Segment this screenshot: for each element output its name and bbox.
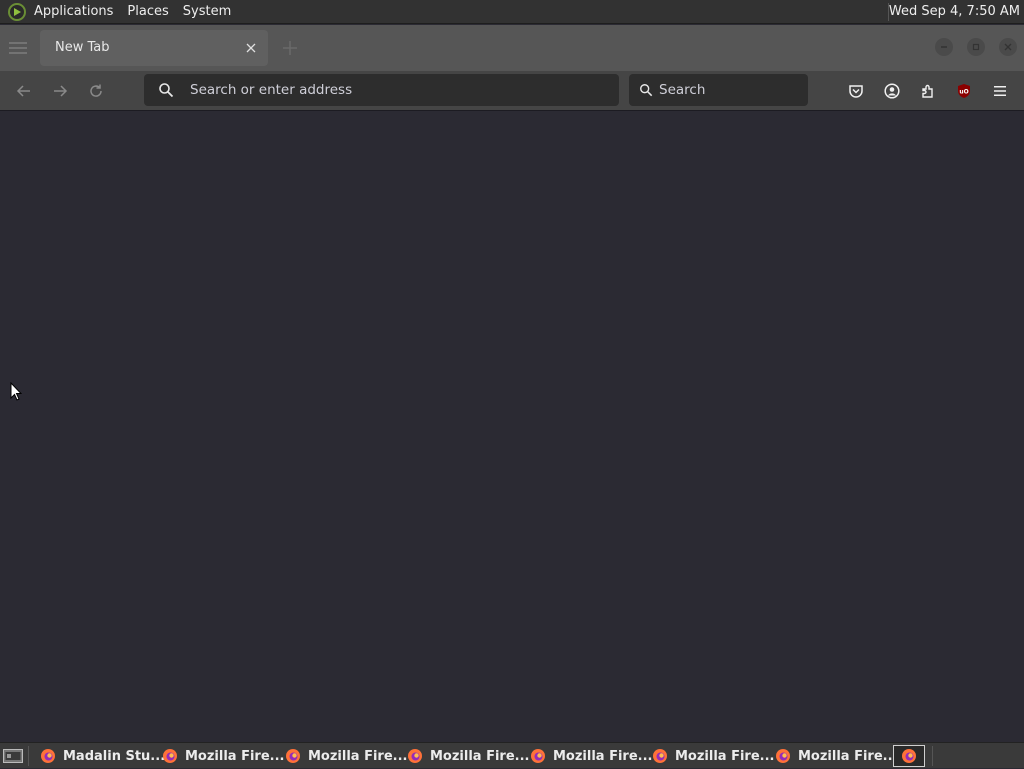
taskbar-item-label: Mozilla Fire... — [430, 748, 530, 764]
minimize-icon — [941, 46, 947, 48]
taskbar-item[interactable]: Mozilla Fire... — [399, 744, 529, 768]
show-desktop-button[interactable] — [2, 747, 24, 765]
account-button[interactable] — [877, 76, 907, 106]
hamburger-menu-icon — [994, 86, 1006, 96]
extensions-button[interactable] — [913, 76, 943, 106]
taskbar-item[interactable]: Mozilla Fire... — [154, 744, 284, 768]
search-icon — [639, 82, 653, 101]
ublock-origin-button[interactable]: uO — [949, 76, 979, 106]
maximize-window-button[interactable] — [967, 38, 985, 56]
os-menu-logo-icon — [8, 2, 26, 21]
applications-menu[interactable]: Applications — [0, 0, 120, 24]
back-button[interactable] — [9, 76, 39, 106]
taskbar: Madalin Stu... Mozilla Fire... Mozilla F… — [0, 742, 1024, 768]
page-content[interactable] — [0, 112, 1024, 742]
taskbar-separator — [932, 746, 933, 766]
search-icon — [158, 82, 174, 102]
reload-icon — [90, 84, 102, 97]
pocket-button[interactable] — [841, 76, 871, 106]
taskbar-item-label: Mozilla Fire... — [185, 748, 285, 764]
search-bar[interactable]: Search — [629, 74, 808, 106]
firefox-icon — [902, 749, 916, 763]
forward-button[interactable] — [45, 76, 75, 106]
system-menu[interactable]: System — [176, 0, 238, 24]
applications-menu-label: Applications — [34, 4, 114, 19]
taskbar-item-label: Madalin Stu... — [63, 748, 166, 764]
list-all-tabs-button[interactable] — [6, 37, 30, 59]
arrow-right-icon — [54, 85, 68, 97]
taskbar-item-label: Mozilla Fire... — [308, 748, 408, 764]
mouse-pointer-icon — [10, 382, 22, 401]
taskbar-item-active[interactable] — [893, 745, 925, 767]
taskbar-item-label: Mozilla Fire... — [675, 748, 775, 764]
taskbar-item[interactable]: Mozilla Fire... — [644, 744, 774, 768]
close-window-icon — [1004, 43, 1012, 51]
panel-clock[interactable]: Wed Sep 4, 7:50 AM — [889, 0, 1020, 24]
account-icon — [884, 83, 900, 99]
list-tabs-icon — [9, 42, 27, 54]
firefox-icon — [163, 749, 177, 763]
taskbar-item[interactable]: Mozilla Fire... — [277, 744, 407, 768]
app-menu-button[interactable] — [985, 76, 1015, 106]
url-bar[interactable]: Search or enter address — [144, 74, 619, 106]
arrow-left-icon — [16, 85, 30, 97]
maximize-icon — [972, 43, 980, 51]
tab-strip: New Tab — [0, 25, 1024, 71]
firefox-icon — [531, 749, 545, 763]
extensions-icon — [922, 84, 933, 98]
taskbar-item[interactable]: Mozilla Fire... — [767, 744, 897, 768]
firefox-icon — [653, 749, 667, 763]
places-menu[interactable]: Places — [120, 0, 175, 24]
pocket-icon — [849, 85, 863, 98]
firefox-icon — [286, 749, 300, 763]
taskbar-item[interactable]: Madalin Stu... — [32, 744, 165, 768]
tab-title: New Tab — [55, 40, 110, 55]
navigation-toolbar: Search or enter address Search uO — [0, 71, 1024, 111]
new-tab-button[interactable] — [280, 38, 300, 58]
system-menu-label: System — [182, 4, 232, 19]
close-icon[interactable] — [242, 39, 260, 57]
taskbar-item[interactable]: Mozilla Fire... — [522, 744, 652, 768]
tab-new-tab[interactable]: New Tab — [40, 30, 268, 66]
taskbar-item-label: Mozilla Fire... — [798, 748, 898, 764]
firefox-icon — [776, 749, 790, 763]
plus-icon — [283, 41, 297, 55]
svg-text:uO: uO — [959, 89, 968, 96]
url-input[interactable]: Search or enter address — [190, 74, 352, 106]
reload-button[interactable] — [81, 76, 111, 106]
taskbar-separator — [28, 746, 29, 766]
top-panel: Applications Places System Wed Sep 4, 7:… — [0, 0, 1024, 24]
firefox-icon — [408, 749, 422, 763]
ublock-origin-icon: uO — [958, 84, 970, 98]
close-window-button[interactable] — [999, 38, 1017, 56]
firefox-icon — [41, 749, 55, 763]
show-desktop-icon — [3, 749, 23, 763]
places-menu-label: Places — [127, 4, 169, 19]
minimize-window-button[interactable] — [935, 38, 953, 56]
taskbar-item-label: Mozilla Fire... — [553, 748, 653, 764]
search-input[interactable]: Search — [659, 74, 705, 106]
